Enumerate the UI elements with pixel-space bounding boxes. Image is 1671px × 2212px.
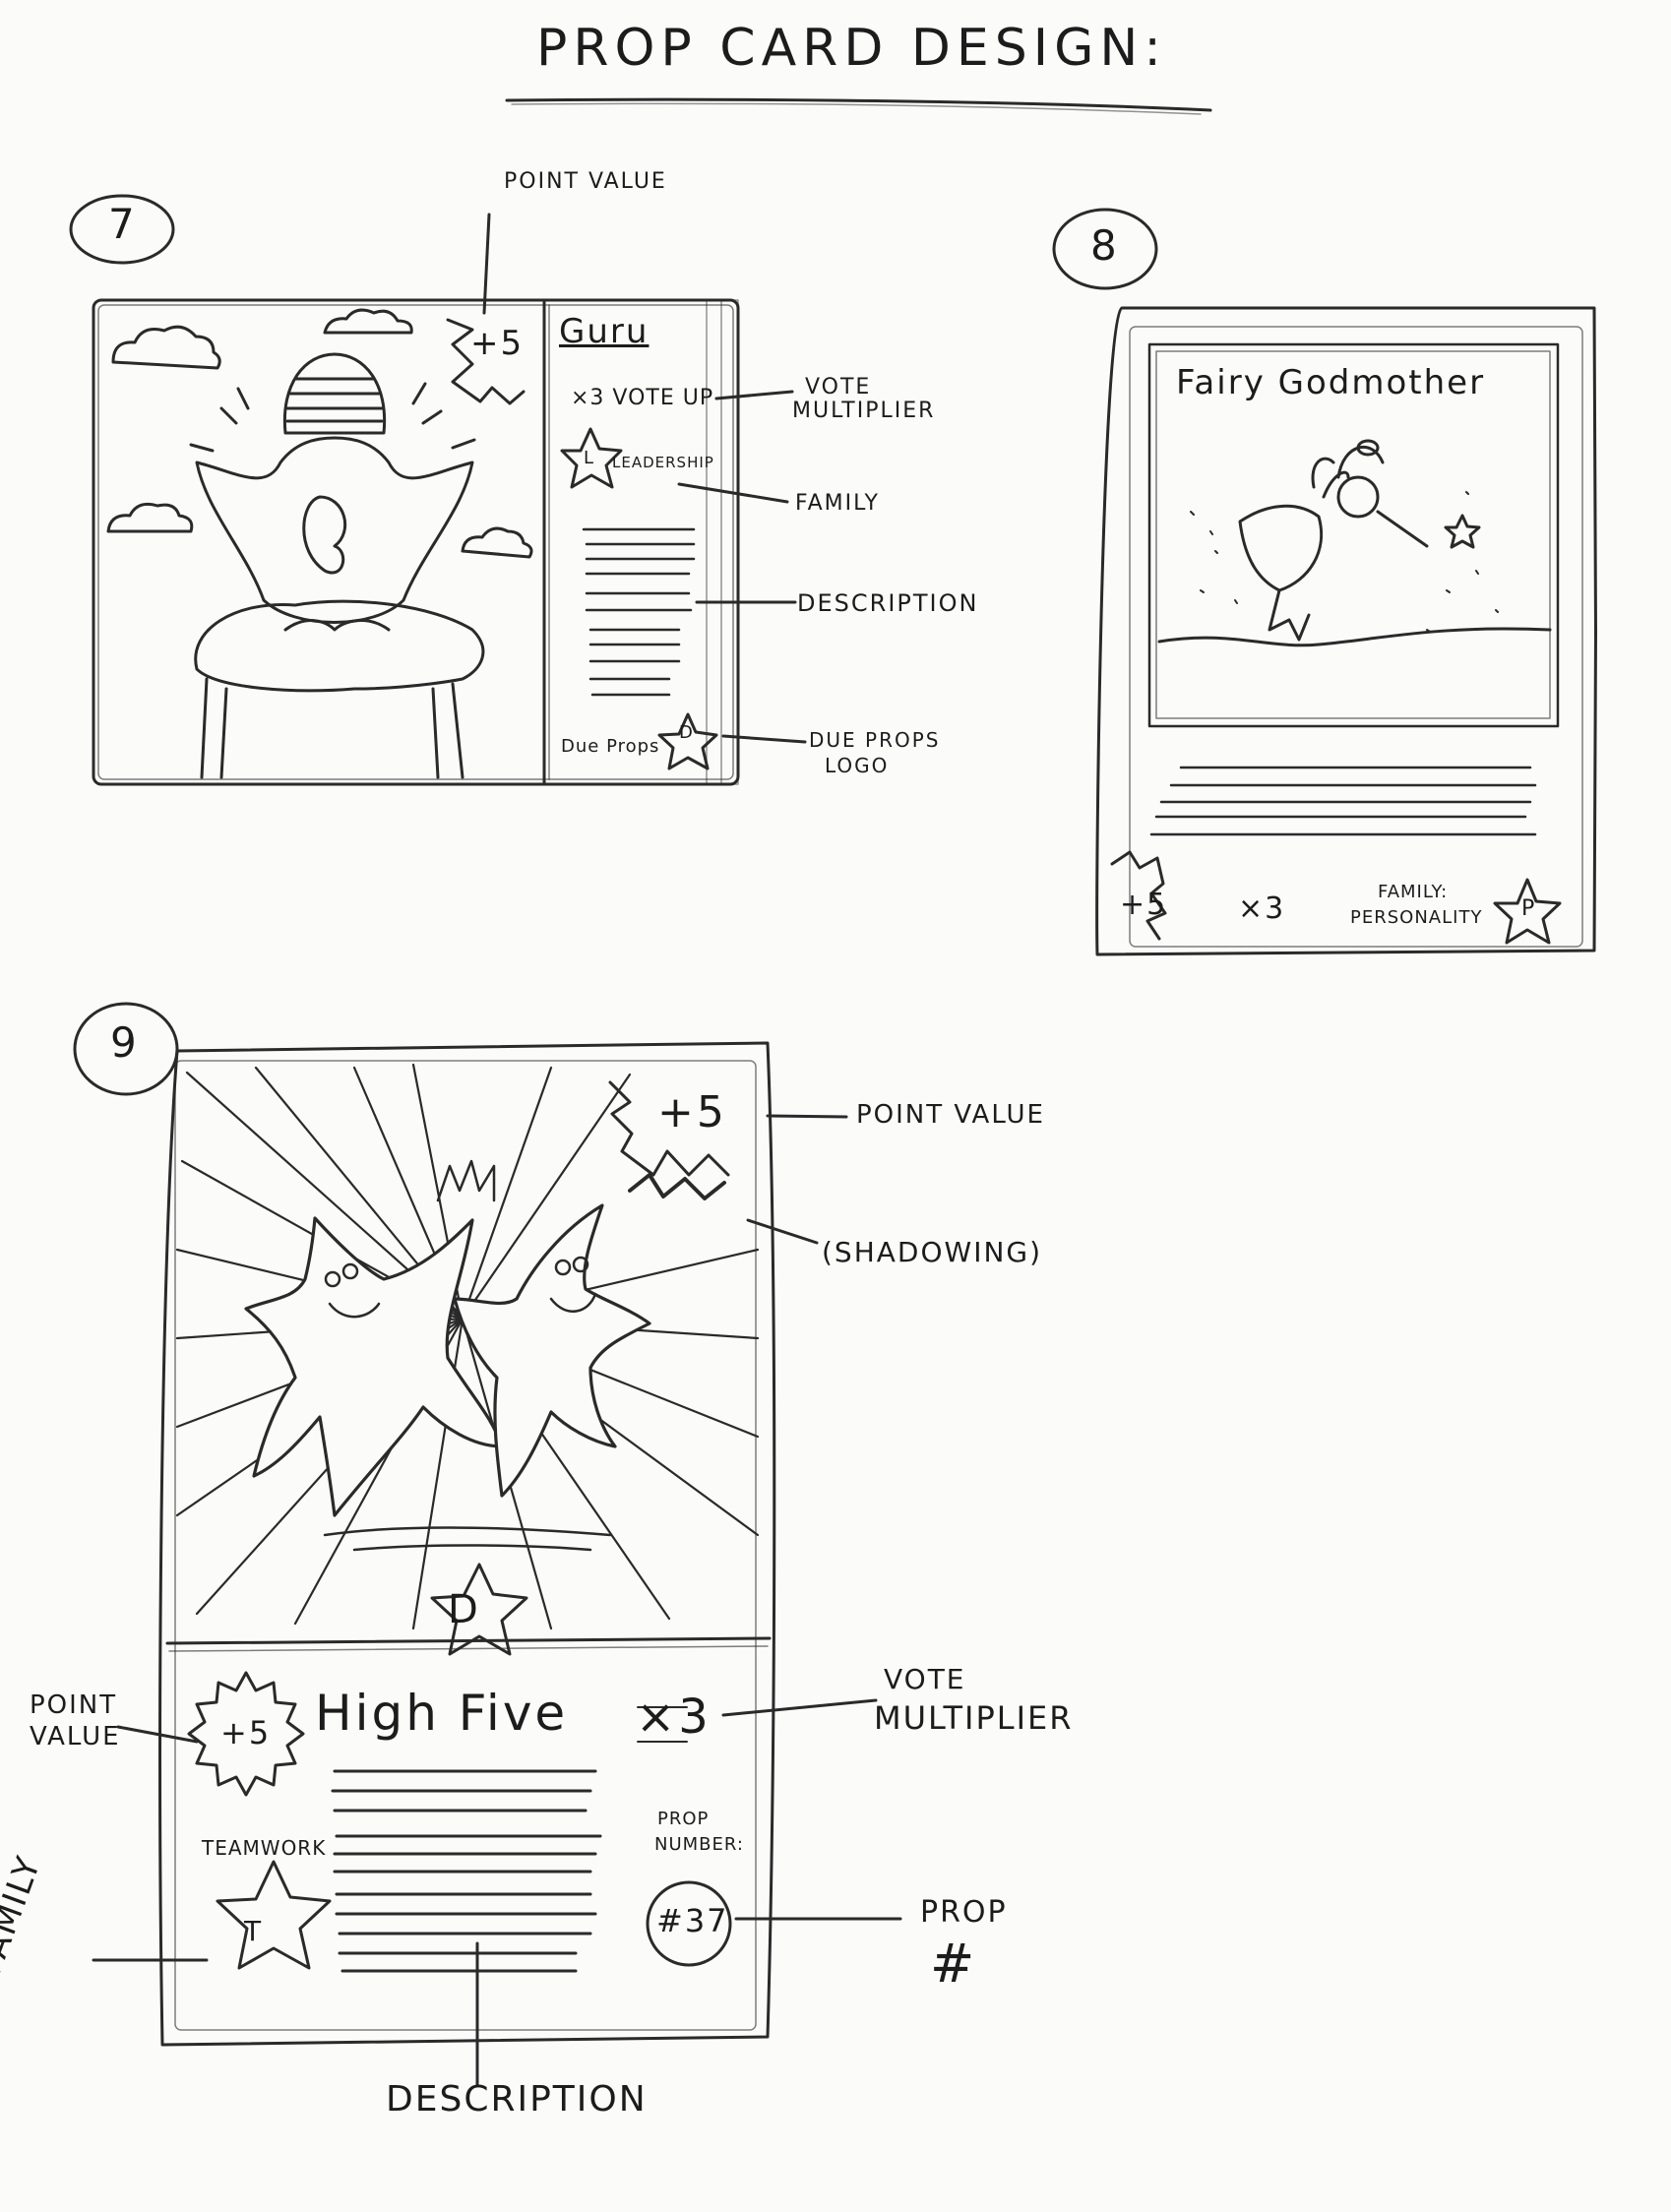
sketch9-ground	[323, 1526, 612, 1552]
sketch9-number: 9	[110, 1018, 137, 1067]
sketch7-card-name: Guru	[559, 312, 650, 351]
sketch7-logo-label-2: LOGO	[825, 754, 890, 777]
sketch7-logo-letter: D	[679, 722, 694, 743]
sketch7-brand: Due Props	[561, 736, 660, 757]
sketch-drawing	[69, 97, 1597, 2088]
sketch9-card-name: High Five	[315, 1685, 569, 1742]
sketch9-family-letter: T	[244, 1915, 264, 1947]
high-five-stars	[244, 1203, 651, 1517]
sketch8-family-label-2: PERSONALITY	[1350, 907, 1483, 928]
sketch8-multiplier: ×3	[1238, 891, 1286, 926]
wand-star-icon	[1444, 514, 1481, 549]
sketch9-prop-number-label-2: NUMBER:	[654, 1834, 744, 1855]
sketch8-card	[1095, 306, 1597, 956]
sketch9-point-value-left-1: POINT	[30, 1690, 118, 1720]
callout-vote-multiplier	[714, 390, 794, 400]
sketch9-vote-label-2: MULTIPLIER	[874, 1699, 1074, 1737]
sketch9-points-top: +5	[657, 1087, 727, 1137]
callout-point-value	[482, 213, 491, 315]
sketch7-description-lines	[582, 527, 696, 697]
sketch9-prop-label-1: PROP	[920, 1895, 1008, 1930]
callout-point-value-top	[766, 1114, 848, 1119]
sketch9-multiplier: ×3	[636, 1690, 712, 1745]
sketch8-points: +5	[1120, 888, 1168, 922]
callout-logo	[721, 734, 807, 744]
sketch7-points: +5	[470, 324, 525, 363]
sketch9-description-lines	[331, 1769, 602, 1973]
sketch9-family-star	[216, 1860, 332, 1970]
sketch7-family-letter: L	[584, 448, 595, 468]
sketch7-cloud	[461, 526, 533, 559]
sketch8-family-letter: P	[1521, 896, 1536, 921]
callout-point-value-left	[116, 1725, 199, 1744]
sketch7-card	[92, 298, 740, 786]
sketch9-prop-number: #37	[656, 1902, 729, 1939]
sketch8-family-label-1: FAMILY:	[1378, 882, 1449, 902]
sketch8-ground	[1157, 627, 1552, 647]
guru-figure	[189, 352, 476, 632]
sketch7-multiplier: ×3 VOTE UP	[571, 386, 714, 410]
fairy-figure	[1238, 439, 1481, 642]
callout-shadowing	[746, 1218, 819, 1245]
sketch9-points-badge: +5	[220, 1714, 272, 1751]
sketch8-number: 8	[1090, 221, 1117, 270]
sketch7-vote-label-1: VOTE	[805, 375, 872, 399]
sketch7-cloud	[111, 325, 221, 370]
sketch9-prop-number-label-1: PROP	[657, 1809, 710, 1829]
page-title: PROP CARD DESIGN:	[536, 19, 1167, 78]
sketch9-point-value-left-2: VALUE	[30, 1722, 121, 1751]
callout-vote-multiplier-9	[721, 1698, 878, 1717]
sketch7-number: 7	[108, 200, 135, 248]
sketch7-logo-label-1: DUE PROPS	[809, 728, 941, 752]
sketch9-shadowing-label: (SHADOWING)	[822, 1236, 1043, 1268]
sketch9-logo-letter: D	[448, 1587, 481, 1632]
sketch7-cloud	[323, 308, 413, 335]
sketch7-vote-label-2: MULTIPLIER	[792, 399, 936, 423]
sketch7-family-label: FAMILY	[795, 491, 880, 516]
sketch7-description-label: DESCRIPTION	[797, 589, 979, 617]
sketch7-cloud	[106, 502, 194, 533]
sketch8-description-lines	[1149, 766, 1537, 836]
sketch9-family-name: TEAMWORK	[202, 1836, 327, 1860]
sketch9-prop-label-2: #	[930, 1933, 978, 1995]
sketch9-description-label: DESCRIPTION	[386, 2079, 648, 2120]
sketch7-point-value-label: POINT VALUE	[504, 169, 667, 194]
sketch7-family-name: LEADERSHIP	[612, 454, 714, 471]
sketch9-vote-label-1: VOTE	[884, 1663, 966, 1695]
sketch9-point-value-top-label: POINT VALUE	[856, 1100, 1045, 1130]
sketch8-card-name: Fairy Godmother	[1176, 363, 1486, 402]
sketch7-stump	[194, 599, 485, 779]
impact-lines	[436, 1159, 496, 1202]
sketch9-burst-lines	[175, 1063, 760, 1630]
